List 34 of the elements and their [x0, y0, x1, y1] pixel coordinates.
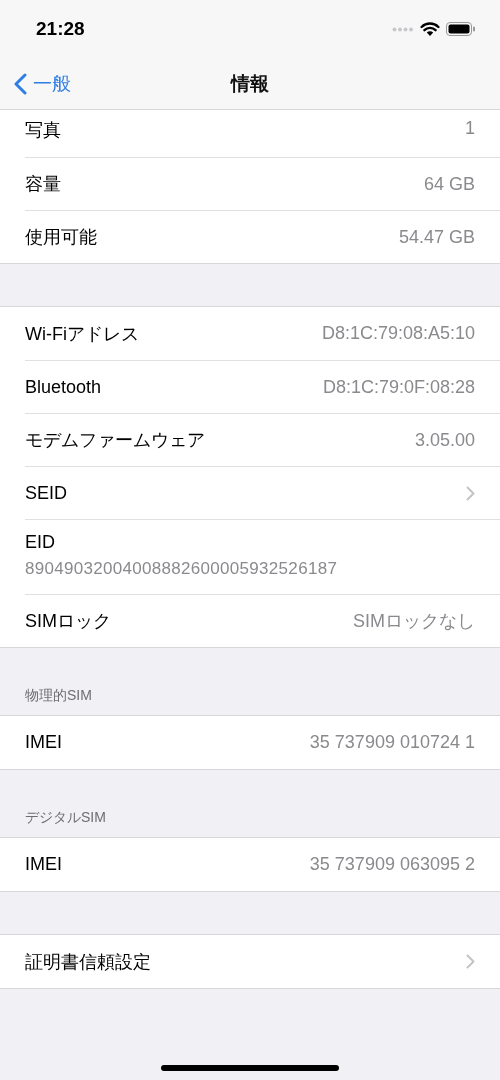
- chevron-icon: [466, 485, 475, 501]
- row-label: 容量: [25, 173, 61, 196]
- row-label: IMEI: [25, 854, 62, 875]
- row-value: SIMロックなし: [353, 610, 475, 633]
- settings-row[interactable]: SEID: [25, 466, 500, 519]
- row-label: 写真: [25, 119, 61, 142]
- row-label: SIMロック: [25, 610, 111, 633]
- nav-title: 情報: [231, 71, 269, 96]
- signal-icon: [392, 26, 414, 32]
- row-label: 証明書信頼設定: [25, 950, 151, 974]
- row-label: モデムファームウェア: [25, 429, 205, 452]
- row-value: 64 GB: [423, 173, 475, 195]
- row-label: Bluetooth: [25, 376, 102, 398]
- row-value: D8:1C:79:08:A5:10: [321, 323, 475, 344]
- row-label: 使用可能: [25, 226, 97, 249]
- back-button[interactable]: 一般: [14, 70, 71, 97]
- status-time: 21:28: [36, 18, 85, 40]
- back-chevron-icon: [14, 72, 27, 95]
- row-value: 35 737909 063095 2: [309, 854, 475, 875]
- chevron-icon: [466, 954, 475, 969]
- row-label: EID: [25, 532, 56, 553]
- row-value: 54.47 GB: [398, 226, 475, 248]
- row-value: 3.05.00: [414, 429, 475, 451]
- row-value: 35 737909 010724 1: [309, 732, 475, 753]
- row-label: SEID: [25, 482, 67, 504]
- row-value: D8:1C:79:0F:08:28: [322, 376, 475, 398]
- battery-icon: [446, 22, 476, 36]
- row-value: 1: [465, 118, 475, 139]
- row-value: 89049032004008882600005932526187: [25, 559, 339, 579]
- wifi-icon: [420, 21, 440, 37]
- section-header: 物理的SIM: [25, 687, 92, 705]
- row-label: Wi-Fiアドレス: [25, 322, 139, 346]
- row-label: IMEI: [25, 732, 62, 753]
- section-header: デジタルSIM: [25, 809, 106, 827]
